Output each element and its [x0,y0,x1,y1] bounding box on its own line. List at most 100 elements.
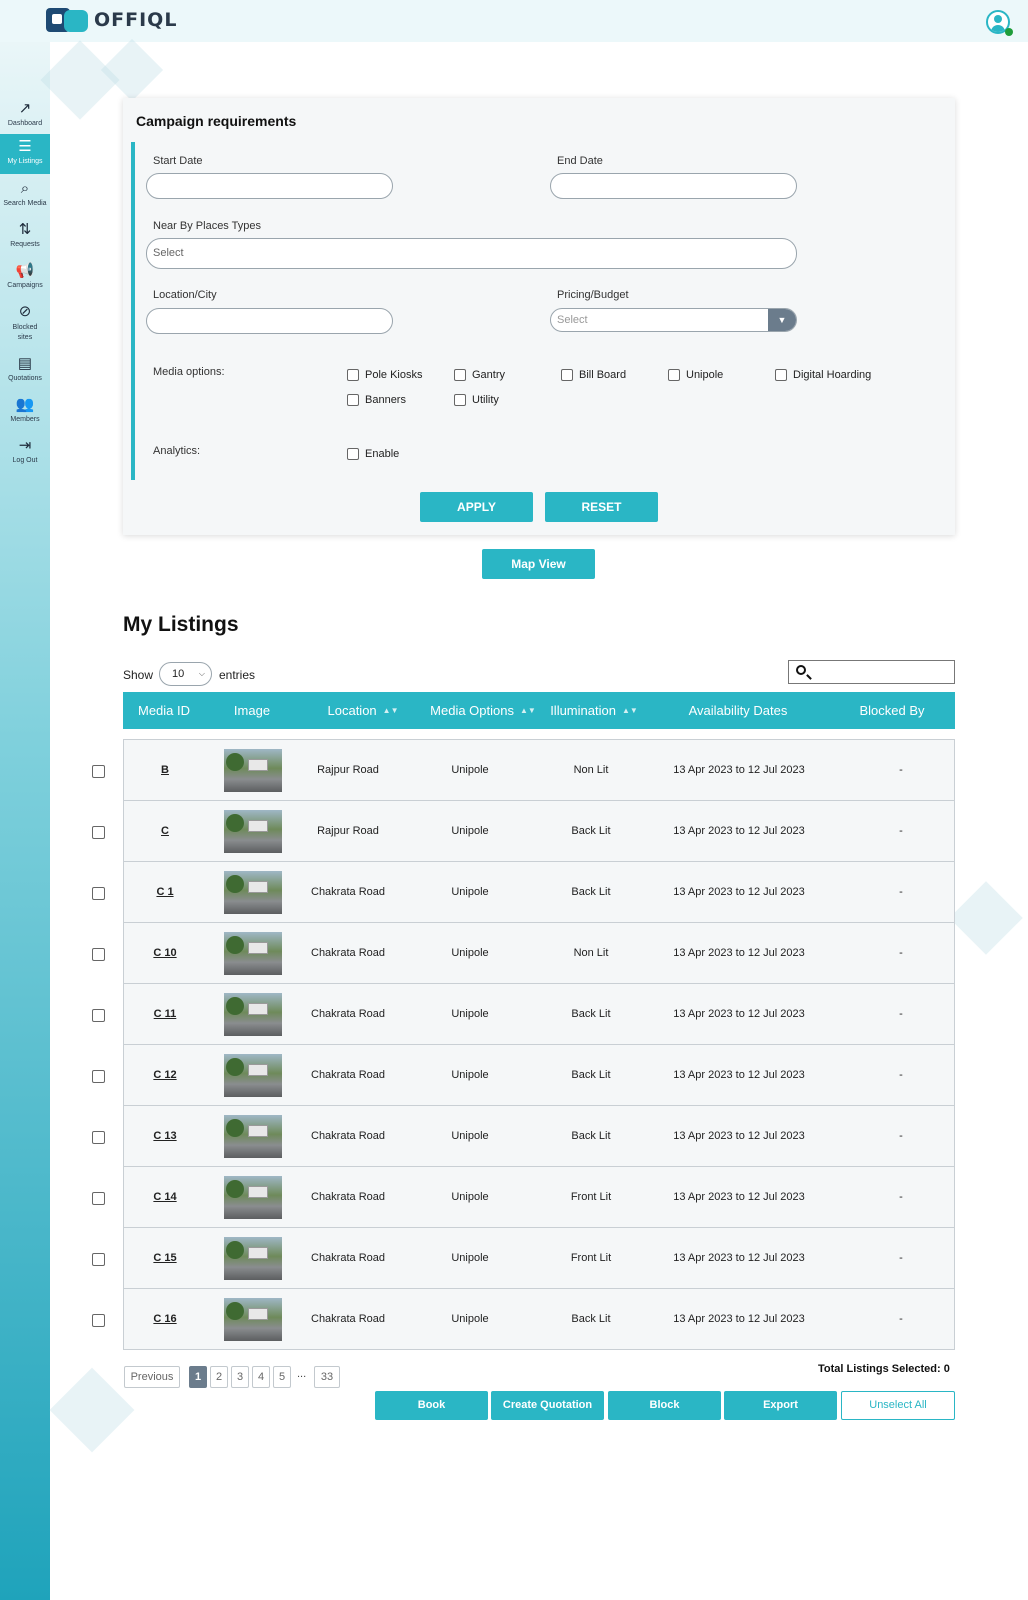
pagination-page-5[interactable]: 5 [273,1366,291,1388]
media-option-utility[interactable]: Utility [454,394,499,406]
create-quotation-button[interactable]: Create Quotation [491,1391,604,1420]
thumbnail-tree [226,814,244,832]
table-row[interactable]: C Rajpur Road Unipole Back Lit 13 Apr 2023 t… [124,801,954,862]
cell-media-id[interactable]: C 16 [124,1289,206,1349]
table-row[interactable]: C 12 Chakrata Road Unipole Back Lit 13 Apr 2… [124,1045,954,1106]
cell-media-id[interactable]: C 15 [124,1228,206,1288]
pagination-page-last[interactable]: 33 [314,1366,340,1388]
nearby-places-select[interactable]: Select [146,238,797,269]
media-thumbnail[interactable] [224,1298,282,1341]
row-checkbox[interactable] [92,1314,105,1327]
cell-media-id[interactable]: C [124,801,206,861]
row-checkbox[interactable] [92,1131,105,1144]
sort-icon[interactable]: ▲▼ [622,706,638,715]
checkbox[interactable] [347,448,359,460]
column-media-id[interactable]: Media ID [123,692,205,729]
row-checkbox[interactable] [92,1192,105,1205]
checkbox[interactable] [561,369,573,381]
row-checkbox[interactable] [92,1009,105,1022]
pagination-previous[interactable]: Previous [124,1366,180,1388]
location-city-input[interactable] [146,308,393,334]
entries-per-page-select[interactable]: 10 ⌵ [159,662,212,686]
media-option-pole-kiosks[interactable]: Pole Kiosks [347,369,422,381]
show-label: Show [123,668,154,682]
column-media-options[interactable]: Media Options ▲▼ [419,692,547,729]
sidebar-item-dashboard[interactable]: ↗ Dashboard [0,98,50,136]
cell-media-id[interactable]: C 14 [124,1167,206,1227]
media-thumbnail[interactable] [224,871,282,914]
table-row[interactable]: C 1 Chakrata Road Unipole Back Lit 13 Apr 20… [124,862,954,923]
export-button[interactable]: Export [724,1391,837,1420]
table-row[interactable]: B Rajpur Road Unipole Non Lit 13 Apr 2023 to… [124,740,954,801]
table-row[interactable]: C 10 Chakrata Road Unipole Non Lit 13 Apr 20… [124,923,954,984]
sidebar-item-search-media[interactable]: ⌕ Search Media [0,178,50,216]
checkbox[interactable] [668,369,680,381]
media-thumbnail[interactable] [224,993,282,1036]
pagination-page-1[interactable]: 1 [189,1366,207,1388]
media-thumbnail[interactable] [224,1176,282,1219]
table-row[interactable]: C 16 Chakrata Road Unipole Back Lit 13 Apr 2… [124,1289,954,1350]
media-thumbnail[interactable] [224,1115,282,1158]
table-row[interactable]: C 15 Chakrata Road Unipole Front Lit 13 Apr … [124,1228,954,1289]
checkbox[interactable] [347,369,359,381]
sidebar-item-members[interactable]: 👥 Members [0,394,50,432]
column-location[interactable]: Location ▲▼ [299,692,427,729]
table-row[interactable]: C 14 Chakrata Road Unipole Front Lit 13 Apr … [124,1167,954,1228]
thumbnail-billboard [248,1186,268,1198]
row-checkbox[interactable] [92,1253,105,1266]
sidebar-item-quotations[interactable]: ▤ Quotations [0,353,50,391]
cell-media-id[interactable]: C 10 [124,923,206,983]
pagination-page-3[interactable]: 3 [231,1366,249,1388]
cell-media-id[interactable]: C 12 [124,1045,206,1105]
table-row[interactable]: C 11 Chakrata Road Unipole Back Lit 13 Apr 2… [124,984,954,1045]
map-view-button[interactable]: Map View [482,549,595,579]
sidebar-item-blocked-sites[interactable]: ⊘ Blocked sites [0,301,50,347]
apply-button[interactable]: APPLY [420,492,533,522]
cell-media-id[interactable]: C 11 [124,984,206,1044]
media-thumbnail[interactable] [224,749,282,792]
media-option-digital-hoarding[interactable]: Digital Hoarding [775,369,871,381]
block-button[interactable]: Block [608,1391,721,1420]
media-thumbnail[interactable] [224,1054,282,1097]
checkbox[interactable] [454,369,466,381]
chevron-down-icon[interactable]: ▼ [768,309,796,331]
row-checkbox[interactable] [92,887,105,900]
media-thumbnail[interactable] [224,810,282,853]
cell-media-id[interactable]: C 13 [124,1106,206,1166]
media-option-banners[interactable]: Banners [347,394,406,406]
checkbox[interactable] [454,394,466,406]
sidebar-item-campaigns[interactable]: 📢 Campaigns [0,260,50,298]
checkbox[interactable] [347,394,359,406]
pagination-page-4[interactable]: 4 [252,1366,270,1388]
column-illumination[interactable]: Illumination ▲▼ [541,692,647,729]
sort-icon[interactable]: ▲▼ [520,706,536,715]
row-checkbox[interactable] [92,1070,105,1083]
table-row[interactable]: C 13 Chakrata Road Unipole Back Lit 13 Apr 2… [124,1106,954,1167]
sort-list-icon: ⇅ [18,221,32,238]
media-option-bill-board[interactable]: Bill Board [561,369,626,381]
brand-logo[interactable]: OFFIQL [46,6,177,34]
row-checkbox[interactable] [92,948,105,961]
media-thumbnail[interactable] [224,932,282,975]
media-option-gantry[interactable]: Gantry [454,369,505,381]
cell-media-id[interactable]: B [124,740,206,800]
analytics-enable-checkbox[interactable]: Enable [347,448,399,460]
reset-button[interactable]: RESET [545,492,658,522]
unselect-all-button[interactable]: Unselect All [841,1391,955,1420]
row-checkbox[interactable] [92,765,105,778]
start-date-input[interactable] [146,173,393,199]
book-button[interactable]: Book [375,1391,488,1420]
media-option-unipole[interactable]: Unipole [668,369,723,381]
pricing-budget-select[interactable]: Select ▼ [550,308,797,332]
sidebar-item-log-out[interactable]: ⇥ Log Out [0,435,50,473]
sidebar-item-requests[interactable]: ⇅ Requests [0,219,50,257]
table-search-input[interactable] [788,660,955,684]
cell-media-id[interactable]: C 1 [124,862,206,922]
row-checkbox[interactable] [92,826,105,839]
pagination-page-2[interactable]: 2 [210,1366,228,1388]
checkbox[interactable] [775,369,787,381]
end-date-input[interactable] [550,173,797,199]
media-thumbnail[interactable] [224,1237,282,1280]
sidebar-item-my-listings[interactable]: ☰ My Listings [0,134,50,174]
sort-icon[interactable]: ▲▼ [383,706,399,715]
